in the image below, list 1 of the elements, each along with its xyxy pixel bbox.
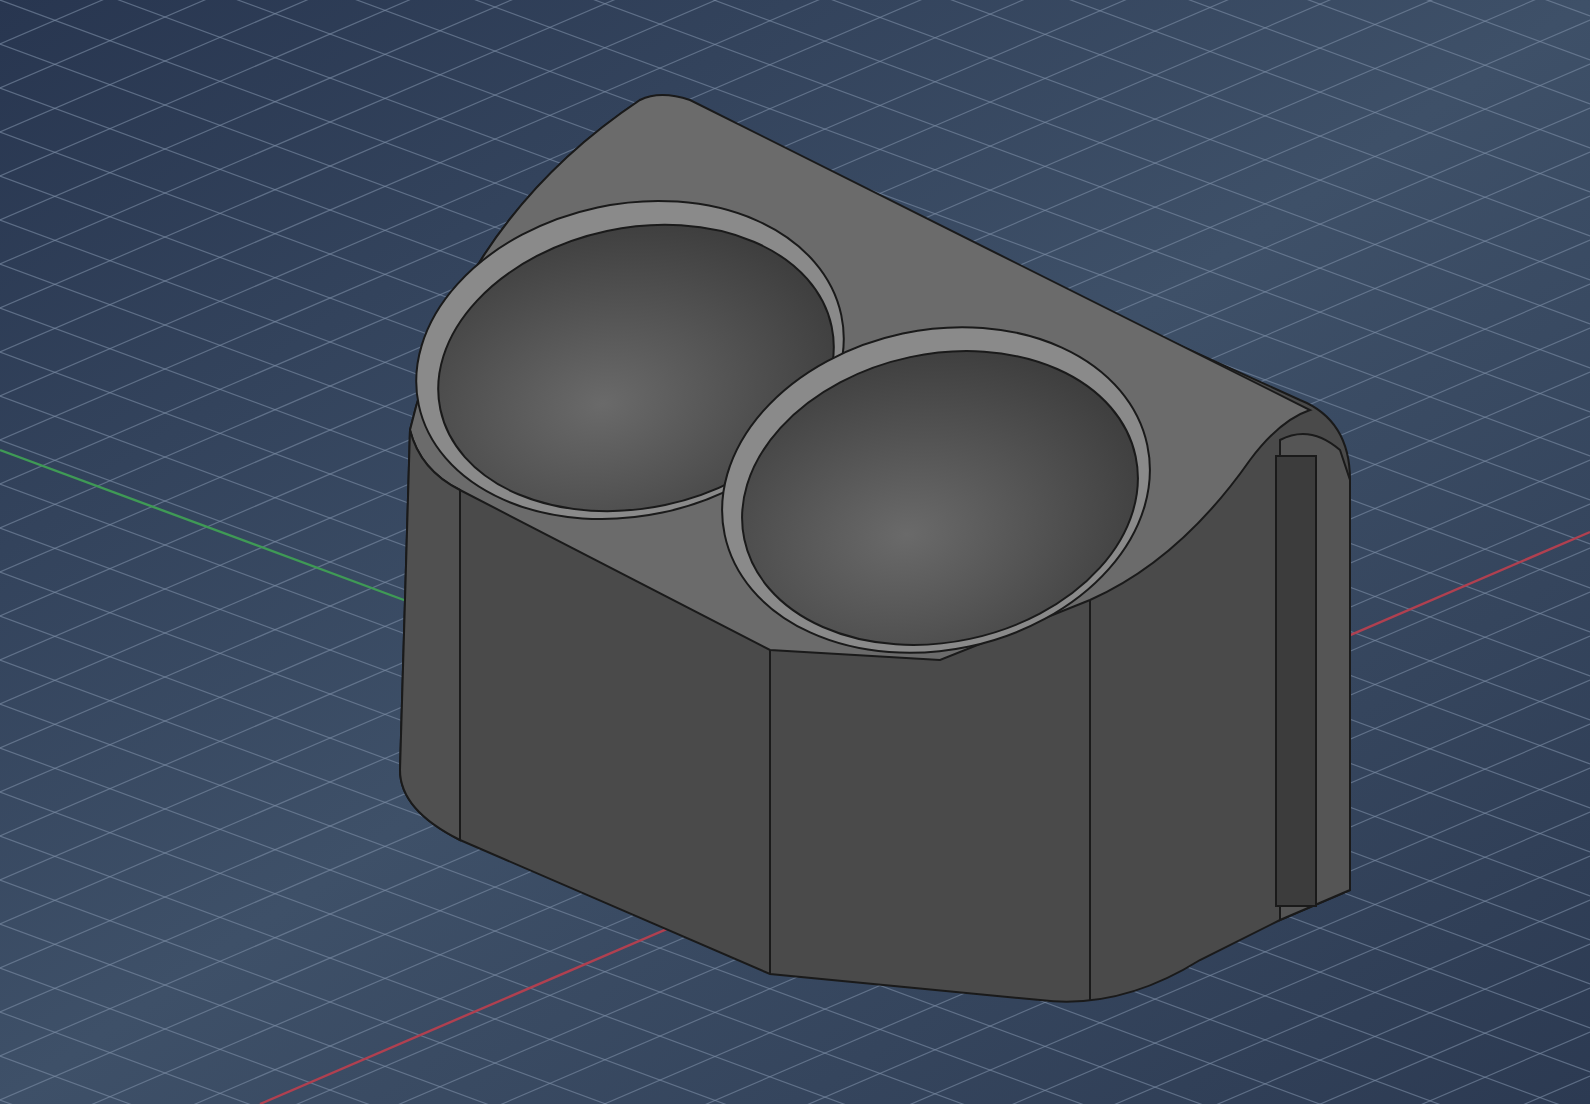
cup-holder-model-drawing[interactable]	[399, 94, 1351, 1003]
